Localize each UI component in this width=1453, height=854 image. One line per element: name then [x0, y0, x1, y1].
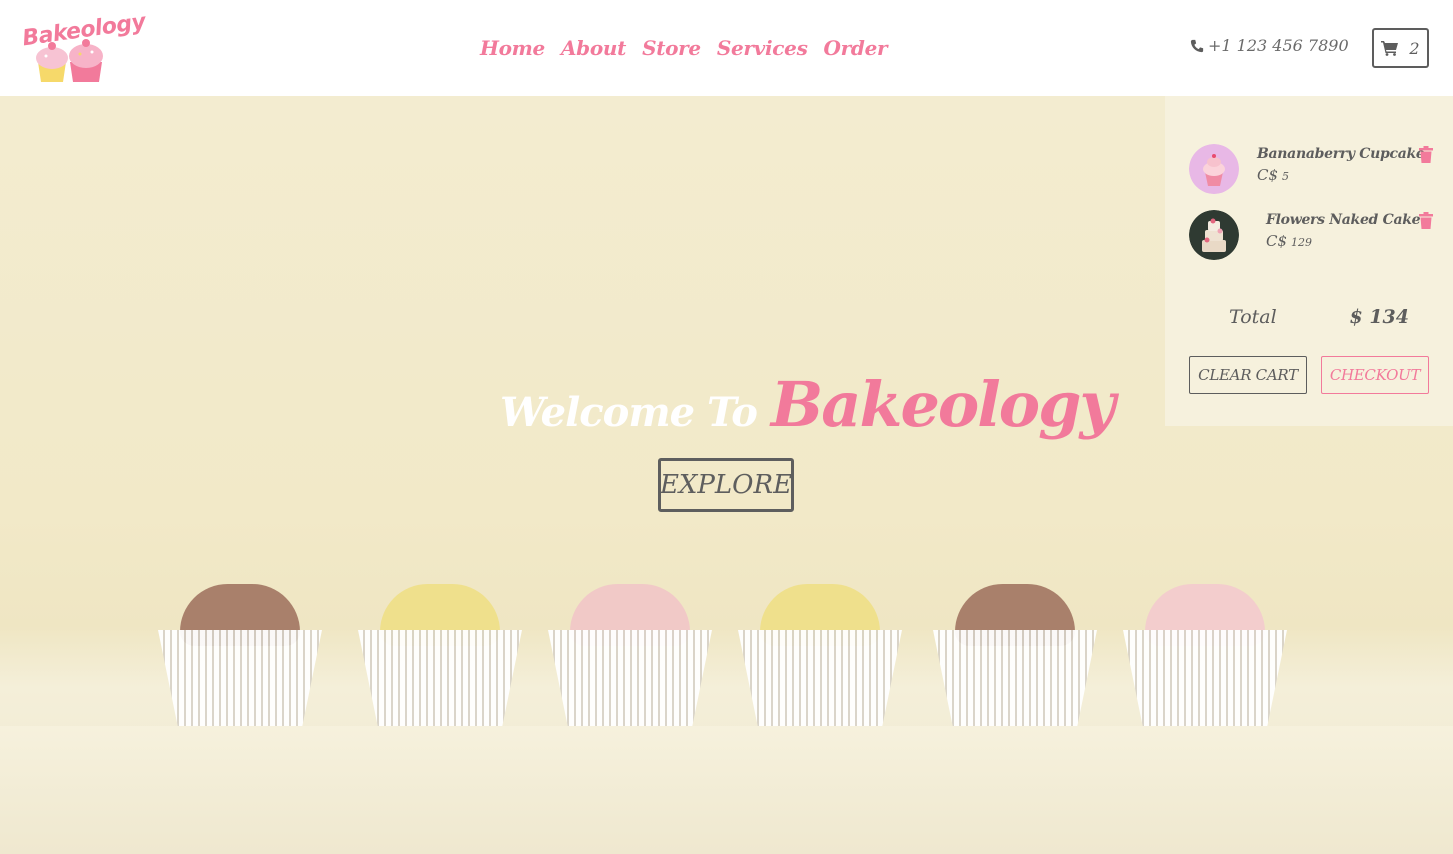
cart-icon [1381, 41, 1399, 56]
nav-home-link[interactable]: Home [480, 36, 545, 60]
bakeology-logo[interactable]: Bakeology [21, 10, 147, 86]
phone-icon [1190, 39, 1204, 52]
hero-cupcake-image [730, 584, 910, 729]
cupcake-thumbnail-image [1189, 144, 1239, 194]
cart-item-title: Bananaberry Cupcake [1257, 146, 1425, 162]
nav-about-link[interactable]: About [561, 36, 626, 60]
cart-item-info: Flowers Naked Cake C$ 129 [1266, 212, 1421, 250]
nav-services-link[interactable]: Services [717, 36, 808, 60]
hero-brand-text: Bakeology [770, 368, 1116, 441]
cart-item: Flowers Naked Cake C$ 129 [1189, 210, 1433, 262]
nav-order-link[interactable]: Order [824, 36, 888, 60]
hero-cupcake-image [925, 584, 1105, 729]
checkout-button[interactable]: CHECKOUT [1321, 356, 1429, 394]
hero-cupcake-image [540, 584, 720, 729]
trash-icon[interactable] [1419, 146, 1433, 164]
cart-count: 2 [1409, 38, 1420, 58]
explore-button[interactable]: EXPLORE [658, 458, 794, 512]
cart-total-label: Total [1229, 306, 1277, 328]
hero-cupcake-image [1115, 584, 1295, 729]
cart-item: Bananaberry Cupcake C$ 5 [1189, 144, 1433, 196]
cart-button[interactable]: 2 [1372, 28, 1429, 68]
phone-contact[interactable]: +1 123 456 7890 [1190, 36, 1349, 55]
hero-cupcake-image [350, 584, 530, 729]
cart-item-title: Flowers Naked Cake [1266, 212, 1421, 228]
hero-welcome-text: Welcome To [500, 389, 758, 436]
hero-shelf [0, 726, 1453, 854]
clear-cart-button[interactable]: CLEAR CART [1189, 356, 1307, 394]
trash-icon[interactable] [1419, 212, 1433, 230]
main-nav: Home About Store Services Order [480, 30, 888, 66]
site-header: Bakeology Home About Store Services Orde… [0, 0, 1453, 96]
hero-heading: Welcome To Bakeology [500, 368, 1116, 441]
cart-panel: Bananaberry Cupcake C$ 5 Flowers Naked C… [1165, 96, 1453, 426]
cart-total-row: Total $ 134 [1229, 306, 1409, 328]
nav-store-link[interactable]: Store [642, 36, 701, 60]
cart-item-info: Bananaberry Cupcake C$ 5 [1257, 146, 1425, 184]
cart-total-value: $ 134 [1349, 306, 1410, 328]
cake-thumbnail-image [1189, 210, 1239, 260]
cart-item-price: C$ 5 [1257, 166, 1290, 184]
phone-number: +1 123 456 7890 [1208, 36, 1349, 55]
hero-cupcake-image [150, 584, 330, 729]
cart-item-price: C$ 129 [1266, 232, 1313, 250]
